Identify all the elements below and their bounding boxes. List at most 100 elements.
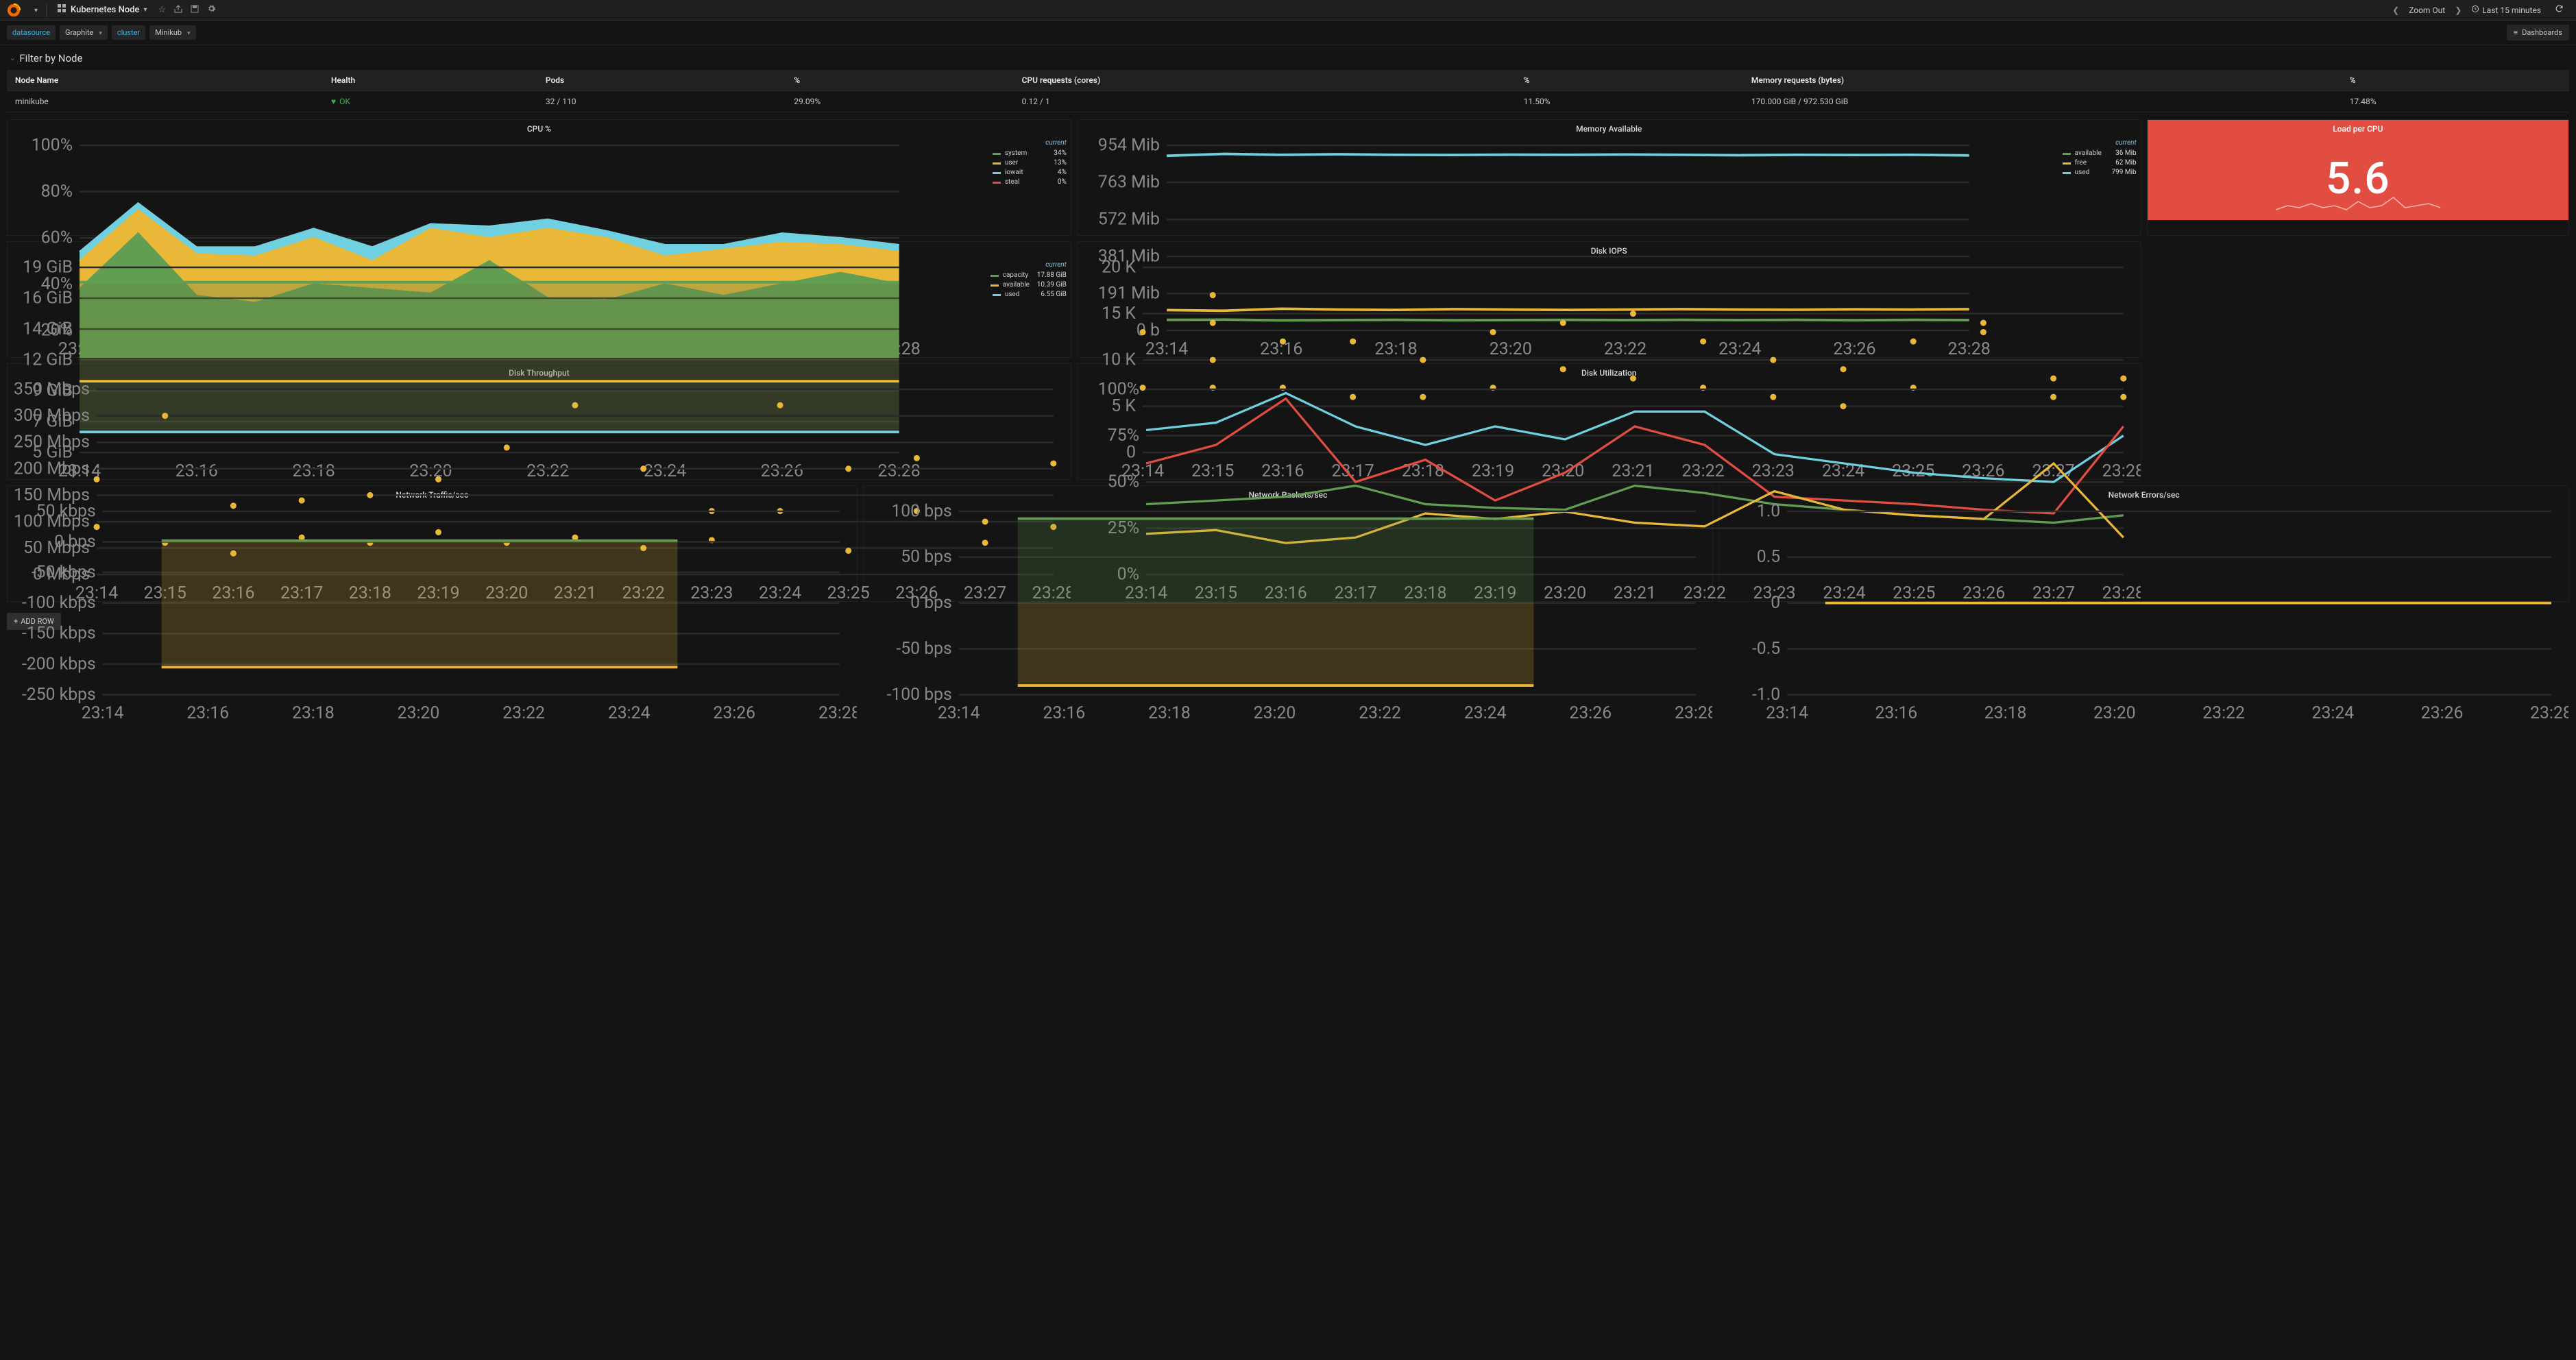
svg-text:0: 0 <box>1771 593 1781 613</box>
table-cell: 32 / 110 <box>537 91 786 112</box>
topbar: Kubernetes Node ▾ ☆ ❮ Zoom Out ❯ Last 15… <box>0 0 2576 21</box>
table-cell: 0.12 / 1 <box>1014 91 1516 112</box>
section-header[interactable]: ⌄ Filter by Node <box>0 45 2576 70</box>
table-cell: 29.09% <box>786 91 1013 112</box>
net-errors-chart: 1.00.50-0.5-1.023:1423:1623:1823:2023:22… <box>1719 501 2568 722</box>
svg-text:23:14: 23:14 <box>938 703 980 722</box>
svg-text:-50 kbps: -50 kbps <box>32 562 96 582</box>
svg-text:763 Mib: 763 Mib <box>1098 173 1160 193</box>
panel-net-errors[interactable]: Network Errors/sec 1.00.50-0.5-1.023:142… <box>1718 485 2569 602</box>
svg-text:50 bps: 50 bps <box>901 547 952 567</box>
panel-cpu[interactable]: CPU % 100%80%60%40%20%23:1423:1623:1823:… <box>7 119 1071 236</box>
table-header[interactable]: CPU requests (cores) <box>1014 70 1516 91</box>
health-ok-badge: ♥OK <box>331 97 350 106</box>
svg-text:-100 kbps: -100 kbps <box>22 593 96 613</box>
table-header[interactable]: Pods <box>537 70 786 91</box>
share-icon[interactable] <box>170 5 186 16</box>
svg-text:572 Mib: 572 Mib <box>1098 210 1160 230</box>
svg-text:250 Mbps: 250 Mbps <box>14 433 90 452</box>
var-cluster-label[interactable]: cluster <box>112 25 145 40</box>
gear-icon[interactable] <box>203 4 220 16</box>
refresh-icon[interactable] <box>2551 4 2568 16</box>
grafana-logo[interactable] <box>4 1 23 20</box>
collapse-icon: ⌄ <box>10 55 15 62</box>
svg-text:1.0: 1.0 <box>1757 501 1780 521</box>
logo-menu-caret[interactable] <box>27 5 42 15</box>
svg-text:23:26: 23:26 <box>2421 703 2464 722</box>
svg-text:23:24: 23:24 <box>2312 703 2355 722</box>
table-cell: 17.48% <box>2342 91 2569 112</box>
svg-text:0.5: 0.5 <box>1757 547 1780 567</box>
table-header[interactable]: % <box>2342 70 2569 91</box>
svg-text:200 Mbps: 200 Mbps <box>14 459 90 478</box>
svg-text:-150 kbps: -150 kbps <box>22 624 96 644</box>
panel-load[interactable]: Load per CPU 5.6 <box>2147 119 2569 236</box>
panel-disk-throughput[interactable]: Disk Throughput 350 Mbps300 Mbps250 Mbps… <box>7 363 1071 480</box>
svg-text:23:26: 23:26 <box>713 703 755 722</box>
svg-text:100 bps: 100 bps <box>891 501 952 521</box>
panel-memory[interactable]: Memory Available 954 Mib763 Mib572 Mib38… <box>1077 119 2141 236</box>
svg-text:-100 bps: -100 bps <box>886 685 951 705</box>
svg-text:10 K: 10 K <box>1102 350 1136 370</box>
time-forward-icon[interactable]: ❯ <box>2455 5 2462 15</box>
panel-disk-usage[interactable]: Disk Usage and Capacity - /var/lib/docke… <box>7 241 1071 358</box>
panel-net-packets[interactable]: Network Packets/sec 100 bps50 bps0 bps-5… <box>863 485 1714 602</box>
time-range-picker[interactable]: Last 15 minutes <box>2471 5 2541 15</box>
net-packets-chart: 100 bps50 bps0 bps-50 bps-100 bps23:1423… <box>864 501 1713 722</box>
load-sparkline <box>2148 189 2568 216</box>
heart-icon: ♥ <box>331 97 336 106</box>
var-datasource-value[interactable]: Graphite <box>60 25 108 40</box>
svg-text:0 bps: 0 bps <box>910 593 952 613</box>
svg-text:60%: 60% <box>41 228 73 248</box>
svg-text:-200 kbps: -200 kbps <box>22 654 96 674</box>
svg-text:23:14: 23:14 <box>1766 703 1809 722</box>
memory-legend: currentavailable36 Mibfree62 Mibused799 … <box>2063 139 2137 178</box>
var-cluster-value[interactable]: Minikub <box>149 25 195 40</box>
section-title-text: Filter by Node <box>19 52 82 64</box>
dashboards-button[interactable]: ≡ Dashboards <box>2507 25 2569 40</box>
node-table: Node NameHealthPods%CPU requests (cores)… <box>7 70 2569 112</box>
panel-net-traffic[interactable]: Network Traffic/sec 50 kbps0 bps-50 kbps… <box>7 485 858 602</box>
save-icon[interactable] <box>186 5 203 16</box>
svg-text:23:26: 23:26 <box>1569 703 1612 722</box>
svg-text:23:22: 23:22 <box>502 703 545 722</box>
table-cell: ♥OK <box>323 91 537 112</box>
svg-text:-1.0: -1.0 <box>1752 685 1780 705</box>
svg-text:14 GiB: 14 GiB <box>23 319 73 339</box>
time-back-icon[interactable]: ❮ <box>2392 5 2399 15</box>
table-header[interactable]: Health <box>323 70 537 91</box>
svg-text:23:16: 23:16 <box>1875 703 1918 722</box>
panel-disk-iops[interactable]: Disk IOPS 20 K15 K10 K5 K023:1423:1523:1… <box>1077 241 2141 358</box>
svg-text:23:20: 23:20 <box>398 703 440 722</box>
svg-text:80%: 80% <box>41 182 73 202</box>
table-header[interactable]: Node Name <box>7 70 323 91</box>
svg-text:23:18: 23:18 <box>292 703 335 722</box>
svg-text:50 kbps: 50 kbps <box>36 501 96 521</box>
table-cell: 170.000 GiB / 972.530 GiB <box>1743 91 2342 112</box>
time-range-label: Last 15 minutes <box>2482 5 2541 15</box>
svg-text:19 GiB: 19 GiB <box>23 258 73 278</box>
table-cell: minikube <box>7 91 323 112</box>
table-header[interactable]: % <box>1516 70 1743 91</box>
table-header[interactable]: Memory requests (bytes) <box>1743 70 2342 91</box>
svg-text:23:16: 23:16 <box>186 703 229 722</box>
svg-text:23:24: 23:24 <box>608 703 651 722</box>
variable-row: datasource Graphite cluster Minikub ≡ Da… <box>0 21 2576 45</box>
svg-text:23:28: 23:28 <box>2530 703 2568 722</box>
star-icon[interactable]: ☆ <box>154 5 171 15</box>
svg-text:100%: 100% <box>32 136 73 156</box>
table-row[interactable]: minikube♥OK32 / 11029.09%0.12 / 111.50%1… <box>7 91 2569 112</box>
load-singlestat: Load per CPU 5.6 <box>2148 120 2568 220</box>
svg-text:-250 kbps: -250 kbps <box>22 685 96 705</box>
svg-text:23:18: 23:18 <box>1148 703 1191 722</box>
svg-text:23:16: 23:16 <box>1043 703 1085 722</box>
table-header[interactable]: % <box>786 70 1013 91</box>
svg-text:23:20: 23:20 <box>2093 703 2136 722</box>
panel-disk-util[interactable]: Disk Utilization 100%75%50%25%0%23:1423:… <box>1077 363 2141 480</box>
svg-text:23:24: 23:24 <box>1464 703 1507 722</box>
dashboard-title-dropdown[interactable]: Kubernetes Node ▾ <box>51 4 154 16</box>
dashboard-title-caret: ▾ <box>144 6 147 14</box>
var-datasource-label[interactable]: datasource <box>7 25 56 40</box>
zoom-out-button[interactable]: Zoom Out <box>2409 5 2445 15</box>
svg-text:12 GiB: 12 GiB <box>23 350 73 370</box>
